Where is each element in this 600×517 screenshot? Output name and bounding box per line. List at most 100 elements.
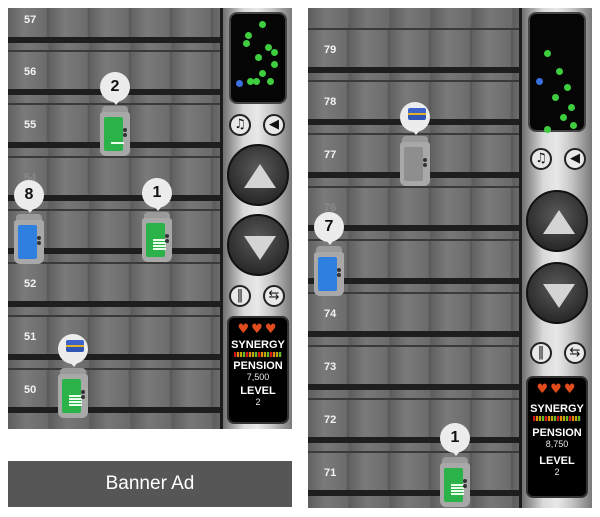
floor-shaft: 79 78 77 76 75 74 73 72 71 7 (308, 8, 519, 508)
passenger-count-badge: 8 (14, 180, 44, 210)
control-sidebar: ♫ ◀ ‖ ⇆ ♥♥♥ SYNERGY PENSION 7,500 LEVEL … (220, 8, 292, 429)
badge-pointer (452, 451, 460, 456)
minimap-dot (271, 49, 278, 56)
floor-number: 72 (324, 414, 337, 426)
floor-number: 57 (24, 14, 37, 26)
elevator-up-button[interactable] (526, 190, 588, 252)
pause-icon[interactable]: ‖ (229, 285, 251, 307)
elevator-window (62, 379, 82, 413)
badge-pointer (412, 130, 420, 135)
floor: 51 (8, 315, 220, 360)
badge-pointer (154, 206, 162, 211)
pension-label: PENSION (233, 360, 283, 372)
elevator-window (18, 225, 37, 259)
minimap-dot (560, 114, 567, 121)
elevator-down-button[interactable] (526, 262, 588, 324)
door-knob-icon (463, 479, 468, 490)
pension-label: PENSION (532, 427, 582, 439)
up-arrow-icon (543, 210, 575, 234)
door-knob-icon (337, 268, 342, 279)
elevator-car[interactable]: 7 (312, 212, 346, 298)
floor: 57 (8, 8, 220, 43)
floor-number: 56 (24, 66, 37, 78)
elevator-up-button[interactable] (227, 144, 289, 206)
floor-number: 79 (324, 44, 337, 56)
floor: 74 (308, 292, 519, 337)
music-note-icon[interactable]: ♫ (530, 148, 552, 170)
elevator-down-button[interactable] (227, 214, 289, 276)
left-game-screen: 57 56 55 54 53 52 51 50 2 8 (8, 8, 292, 429)
stats-panel: ♥♥♥ SYNERGY PENSION 7,500 LEVEL 2 (227, 316, 289, 424)
music-note-icon[interactable]: ♫ (229, 114, 251, 136)
door-knob-icon (165, 234, 170, 245)
minimap-dot (568, 104, 575, 111)
floor-number: 73 (324, 361, 337, 373)
elevator-body (142, 218, 172, 262)
elevator-car[interactable]: 1 (140, 178, 174, 264)
minimap-dot (552, 94, 559, 101)
elevator-window (318, 257, 337, 291)
minimap-dot (564, 84, 571, 91)
banner-ad[interactable]: Banner Ad (8, 461, 292, 507)
floor-number: 51 (24, 331, 37, 343)
elevator-car[interactable]: 2 (98, 72, 132, 158)
floor-number: 71 (324, 467, 337, 479)
level-label: LEVEL (240, 385, 276, 397)
minimap-dot (544, 126, 551, 133)
badge-pointer (326, 240, 334, 245)
floor-number: 78 (324, 96, 337, 108)
passenger-count-badge: 1 (142, 178, 172, 208)
door-knob-icon (423, 158, 428, 169)
badge-pointer (112, 100, 120, 105)
door-knob-icon (123, 128, 128, 139)
pause-icon[interactable]: ‖ (530, 342, 552, 364)
control-sidebar: ♫ ◀ ‖ ⇆ ♥♥♥ SYNERGY PENSION 8,750 LEVEL … (519, 8, 592, 508)
synergy-label: SYNERGY (530, 403, 584, 415)
passenger-count-badge: 1 (440, 423, 470, 453)
elevator-body (58, 374, 88, 418)
floor: 71 (308, 451, 519, 496)
elevator-body (14, 220, 44, 264)
elevator-window (404, 147, 423, 181)
minimap-dot (544, 50, 551, 57)
minimap[interactable] (528, 12, 586, 133)
right-game-screen: 79 78 77 76 75 74 73 72 71 7 (308, 8, 592, 508)
minimap-dot (255, 54, 262, 61)
hearts-icon: ♥♥♥ (536, 382, 578, 397)
swap-arrows-icon[interactable]: ⇆ (263, 285, 285, 307)
synergy-meter (234, 352, 282, 357)
minimap-dot (236, 80, 243, 87)
down-arrow-icon (543, 284, 575, 308)
minimap-dot (267, 78, 274, 85)
door-knob-icon (37, 236, 42, 247)
elevator-body (100, 112, 130, 156)
badge-pointer (26, 208, 34, 213)
floor-number: 74 (324, 308, 337, 320)
elevator-car[interactable]: 1 (438, 423, 472, 508)
minimap-dot (259, 70, 266, 77)
minimap[interactable] (229, 12, 287, 104)
minimap-dot (243, 40, 250, 47)
minimap-dot (245, 32, 252, 39)
minimap-dot (556, 68, 563, 75)
floor: 50 (8, 368, 220, 413)
floor: 73 (308, 345, 519, 390)
level-value: 2 (255, 397, 261, 407)
pension-value: 8,750 (545, 439, 569, 449)
door-knob-icon (81, 390, 86, 401)
speaker-icon[interactable]: ◀ (263, 114, 285, 136)
badge-pointer (70, 362, 78, 367)
elevator-car[interactable] (56, 334, 90, 420)
cargo-badge (58, 334, 88, 364)
speaker-icon[interactable]: ◀ (564, 148, 586, 170)
cargo-badge (400, 102, 430, 132)
minimap-dot (253, 78, 260, 85)
floor-shaft: 57 56 55 54 53 52 51 50 2 8 (8, 8, 220, 429)
passenger-count-badge: 7 (314, 212, 344, 242)
swap-arrows-icon[interactable]: ⇆ (564, 342, 586, 364)
elevator-car[interactable] (398, 102, 432, 188)
floor: 52 (8, 262, 220, 307)
pension-value: 7,500 (246, 372, 270, 382)
minimap-dot (259, 21, 266, 28)
elevator-car[interactable]: 8 (12, 180, 46, 266)
